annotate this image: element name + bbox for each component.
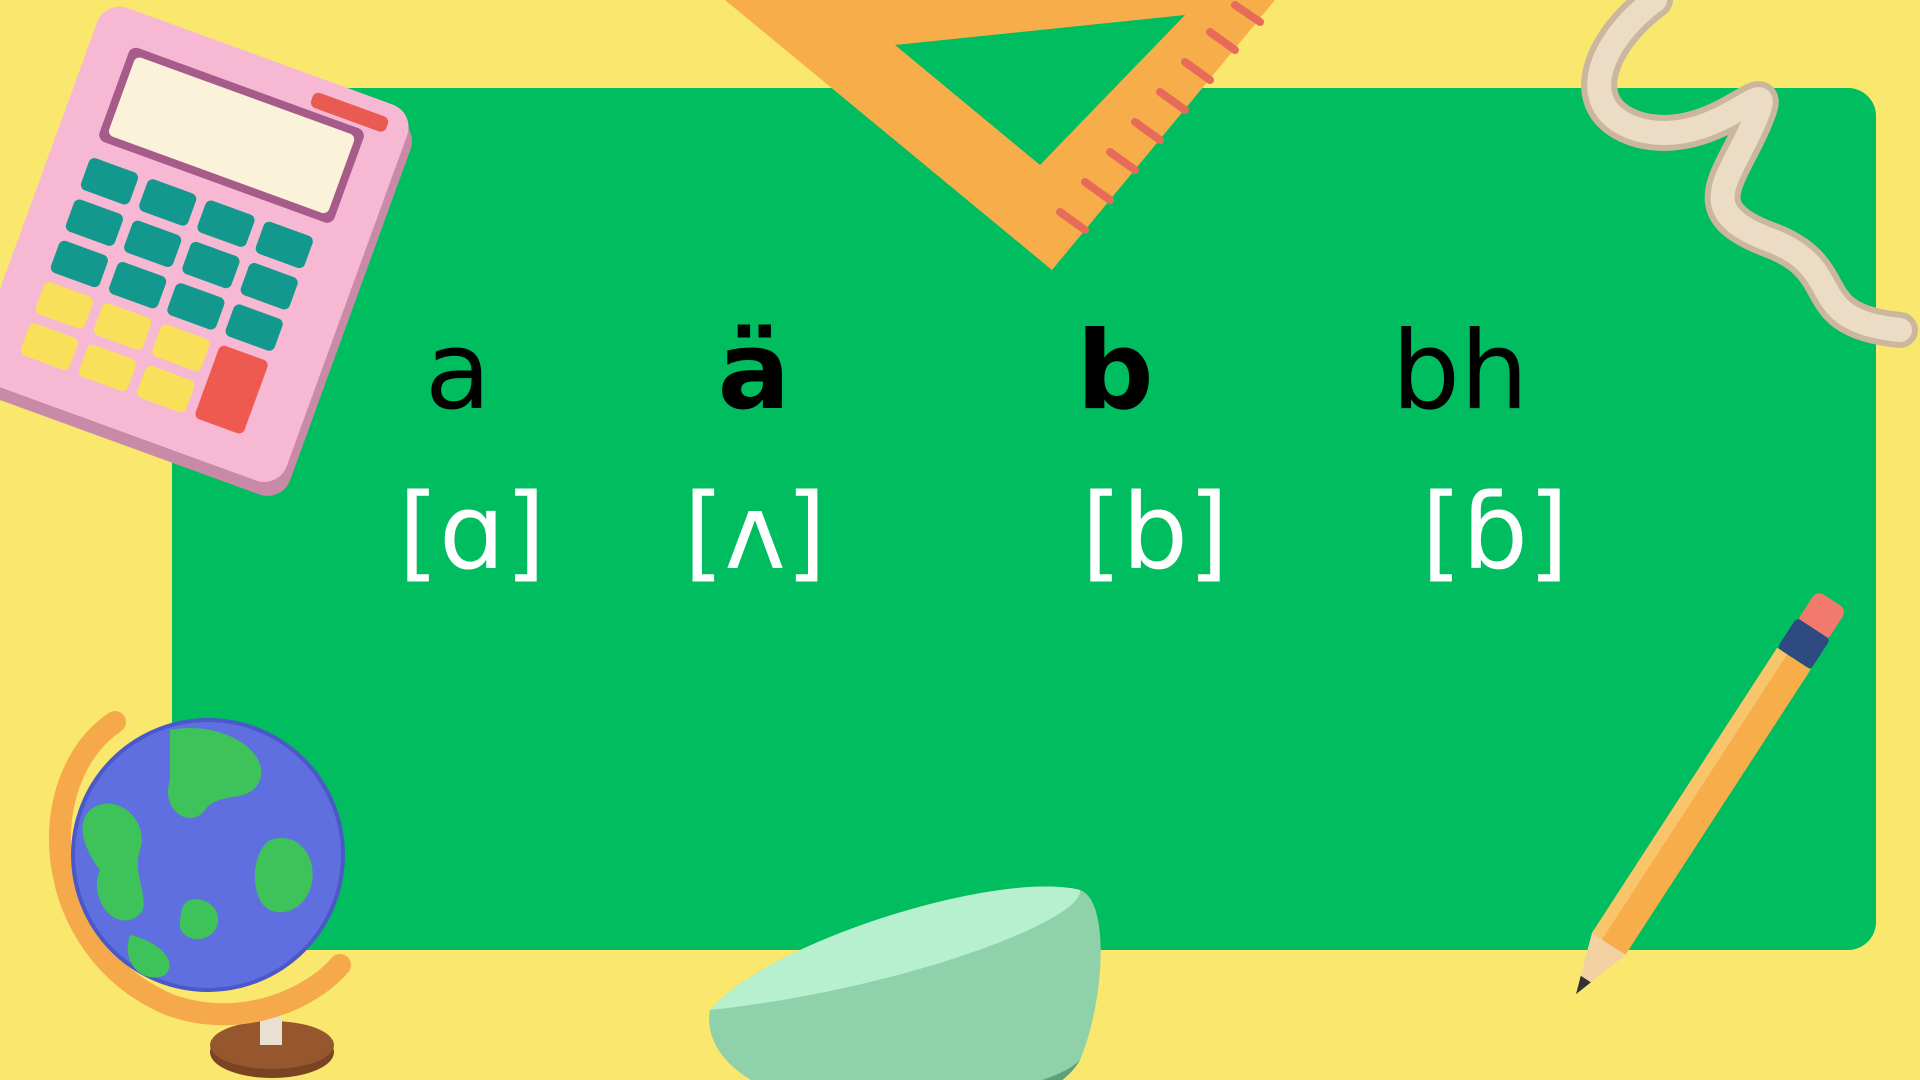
half-sphere-illustration — [709, 886, 1101, 1080]
globe-illustration — [49, 711, 351, 1078]
ipa-bh: [ɓ] — [1421, 471, 1569, 593]
squiggle-illustration — [1581, 0, 1918, 348]
letter-b: b — [1076, 309, 1154, 434]
letter-bh: bh — [1391, 309, 1529, 434]
ipa-b: [b] — [1081, 471, 1229, 593]
calculator-illustration — [0, 6, 412, 496]
ipa-a-umlaut: [ʌ] — [683, 471, 827, 593]
letter-a-umlaut: ä — [717, 309, 791, 434]
letter-a: a — [424, 309, 492, 434]
ipa-a: [ɑ] — [398, 471, 546, 593]
pencil-illustration — [1576, 593, 1845, 995]
